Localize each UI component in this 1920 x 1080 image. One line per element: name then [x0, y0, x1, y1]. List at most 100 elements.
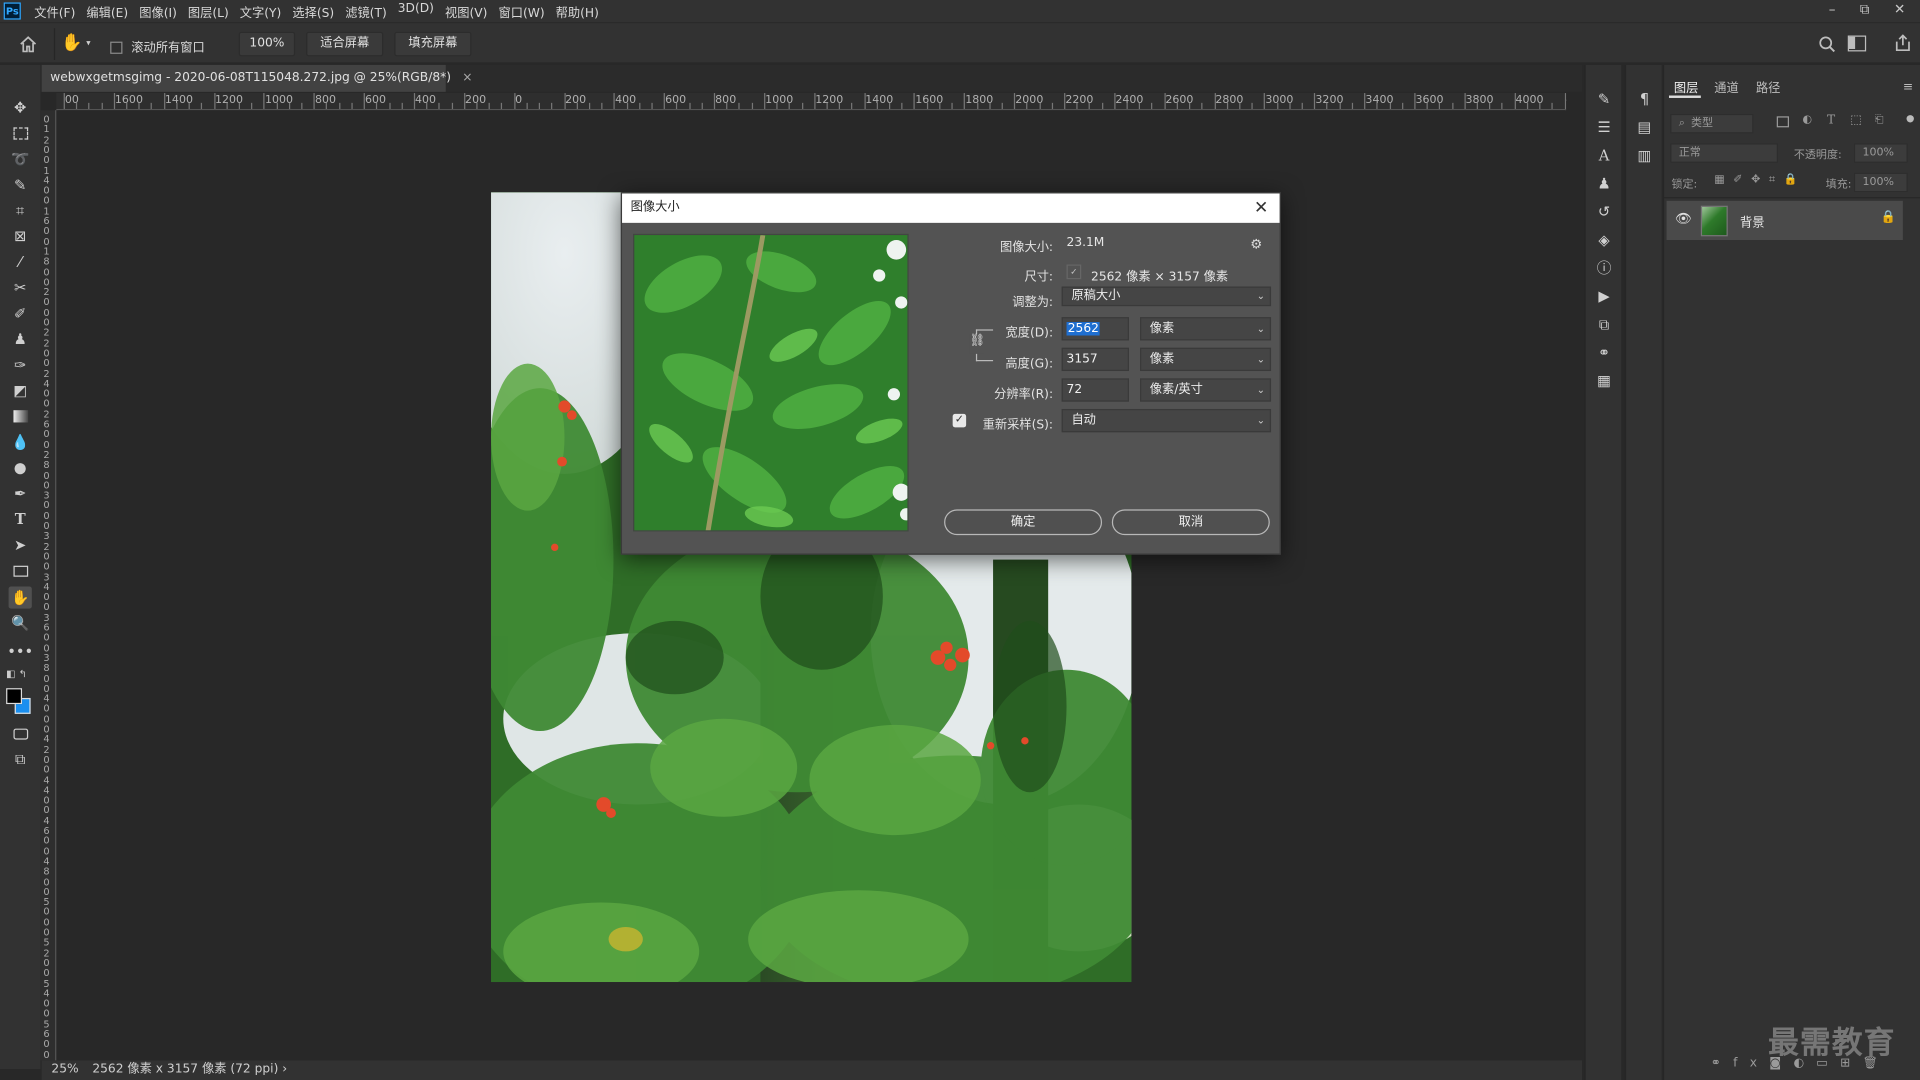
- lasso-tool-icon[interactable]: ➰: [9, 148, 32, 170]
- hand-tool-icon[interactable]: ✋: [8, 586, 32, 609]
- width-unit-select[interactable]: 像素 ⌄: [1140, 317, 1272, 341]
- filter-smart-object-icon[interactable]: ⎗: [1875, 114, 1884, 126]
- quick-selection-tool-icon[interactable]: ✎: [9, 174, 32, 196]
- gradient-tool-icon[interactable]: [9, 405, 32, 427]
- eraser-tool-icon[interactable]: ◩: [9, 380, 32, 402]
- document-tab[interactable]: webwxgetmsgimg - 2020-06-08T115048.272.j…: [41, 64, 473, 92]
- eyedropper-tool-icon[interactable]: ⁄: [9, 251, 32, 273]
- fill-screen-button[interactable]: 填充屏幕: [394, 31, 472, 57]
- menu-item-8[interactable]: 视图(V): [445, 2, 487, 20]
- ok-button[interactable]: 确定: [944, 509, 1103, 536]
- search-icon[interactable]: [1817, 34, 1837, 54]
- minimize-button[interactable]: –: [1829, 0, 1836, 20]
- blur-tool-icon[interactable]: 💧: [9, 431, 32, 453]
- menu-item-7[interactable]: 3D(D): [398, 2, 434, 20]
- close-dialog-icon[interactable]: ✕: [1250, 196, 1272, 220]
- height-unit-select[interactable]: 像素 ⌄: [1140, 347, 1272, 372]
- link-layers-icon[interactable]: ⚭: [1711, 1057, 1734, 1070]
- pen-tool-icon[interactable]: ✒: [9, 482, 32, 504]
- scroll-all-windows-checkbox[interactable]: 滚动所有窗口: [110, 37, 205, 55]
- brush-tool-icon[interactable]: ✐: [9, 302, 32, 324]
- menu-item-3[interactable]: 图层(L): [188, 2, 229, 20]
- table-grid-icon[interactable]: ▦: [1594, 371, 1614, 391]
- filter-pixel-icon[interactable]: [1776, 116, 1789, 128]
- cancel-button[interactable]: 取消: [1111, 509, 1270, 536]
- history-brush-tool-icon[interactable]: ✑: [9, 354, 32, 376]
- libraries-icon[interactable]: ▤: [1635, 118, 1655, 138]
- height-input[interactable]: 3157: [1061, 347, 1129, 372]
- eye-icon[interactable]: 👁: [1675, 211, 1692, 227]
- panel-menu-icon[interactable]: ≡: [1903, 81, 1913, 94]
- tab-paths[interactable]: 路径: [1756, 77, 1780, 95]
- properties-icon[interactable]: ⧉: [1594, 315, 1614, 335]
- move-tool-icon[interactable]: ✥: [9, 97, 32, 119]
- status-zoom[interactable]: 25%: [51, 1063, 78, 1076]
- opacity-input[interactable]: 100%: [1853, 143, 1908, 163]
- menu-item-5[interactable]: 选择(S): [292, 2, 334, 20]
- history-icon[interactable]: ↺: [1594, 202, 1614, 222]
- more-tools-icon[interactable]: •••: [7, 640, 33, 662]
- menu-item-0[interactable]: 文件(F): [34, 2, 75, 20]
- fx-icon[interactable]: fx: [1733, 1057, 1769, 1070]
- brush-settings-icon[interactable]: ✎: [1594, 89, 1614, 109]
- blend-mode-select[interactable]: 正常: [1670, 143, 1778, 163]
- home-icon[interactable]: [18, 34, 38, 54]
- swap-colors-icon[interactable]: ◧ ↰: [6, 669, 35, 681]
- actions-play-icon[interactable]: ▶: [1594, 287, 1614, 307]
- menu-item-6[interactable]: 滤镜(T): [345, 2, 387, 20]
- resolution-unit-select[interactable]: 像素/英寸 ⌄: [1140, 378, 1272, 402]
- menu-item-10[interactable]: 帮助(H): [556, 2, 599, 20]
- type-tool-icon[interactable]: T: [9, 508, 32, 530]
- resolution-input[interactable]: 72: [1061, 378, 1129, 402]
- close-window-button[interactable]: ✕: [1894, 0, 1905, 20]
- adjustments-icon[interactable]: ☰: [1594, 118, 1614, 138]
- share-icon[interactable]: [1893, 33, 1913, 53]
- path-selection-tool-icon[interactable]: ➤: [9, 534, 32, 556]
- foreground-color-swatch[interactable]: [6, 688, 23, 705]
- menu-item-4[interactable]: 文字(Y): [240, 2, 282, 20]
- styles-icon[interactable]: ◈: [1594, 230, 1614, 250]
- workspace-icon[interactable]: [1847, 35, 1867, 52]
- marquee-tool-icon[interactable]: [9, 122, 32, 144]
- resample-select[interactable]: 自动 ⌄: [1061, 408, 1272, 433]
- filter-shape-icon[interactable]: ⬚: [1850, 114, 1862, 127]
- clone-stamp-tool-icon[interactable]: ♟: [9, 328, 32, 350]
- zoom-100-button[interactable]: 100%: [238, 31, 296, 57]
- layer-filter-select[interactable]: ⌕ 类型: [1670, 113, 1754, 134]
- layer-row-background[interactable]: 👁 背景 🔒: [1666, 200, 1903, 241]
- screen-mode-icon[interactable]: ⧉: [9, 748, 32, 770]
- clone-source-icon[interactable]: ♟: [1594, 174, 1614, 194]
- fit-screen-button[interactable]: 适合屏幕: [306, 31, 384, 57]
- menu-item-9[interactable]: 窗口(W): [498, 2, 544, 20]
- constrain-proportions-link-icon[interactable]: ⛓: [969, 334, 985, 354]
- 3d-icon[interactable]: ⚭: [1594, 343, 1614, 363]
- tab-channels[interactable]: 通道: [1714, 77, 1738, 95]
- quick-mask-icon[interactable]: [9, 722, 32, 744]
- character-icon[interactable]: A: [1594, 146, 1614, 166]
- checkbox-box[interactable]: [110, 41, 123, 54]
- info-icon[interactable]: ⓘ: [1594, 258, 1614, 278]
- dodge-tool-icon[interactable]: ●: [9, 457, 32, 479]
- zoom-tool-icon[interactable]: 🔍: [9, 612, 32, 634]
- frame-tool-icon[interactable]: ⊠: [9, 225, 32, 247]
- close-tab-icon[interactable]: ×: [462, 71, 472, 84]
- filter-adjustment-icon[interactable]: ◐: [1802, 114, 1812, 126]
- width-input[interactable]: 2562: [1061, 317, 1129, 341]
- rectangle-tool-icon[interactable]: [9, 560, 32, 582]
- healing-brush-tool-icon[interactable]: ✂: [9, 277, 32, 299]
- fill-input[interactable]: 100%: [1853, 172, 1908, 193]
- menu-item-1[interactable]: 编辑(E): [86, 2, 128, 20]
- paragraph-icon[interactable]: ¶: [1635, 89, 1655, 109]
- crop-tool-icon[interactable]: ⌗: [9, 200, 32, 222]
- lock-icons[interactable]: ▦✐✥⌗🔒: [1714, 174, 1806, 186]
- notes-icon[interactable]: ▥: [1635, 146, 1655, 166]
- settings-gear-icon[interactable]: ⚙: [1250, 236, 1262, 252]
- image-preview[interactable]: [633, 233, 909, 532]
- dimensions-dropdown-chevron-icon[interactable]: ✓: [1066, 264, 1082, 280]
- tab-layers[interactable]: 图层: [1674, 77, 1698, 95]
- hand-tool-preset-icon[interactable]: ✋ ▾: [61, 33, 95, 55]
- restore-button[interactable]: ⧉: [1860, 0, 1870, 20]
- status-arrow-icon[interactable]: ›: [282, 1063, 287, 1076]
- fit-to-select[interactable]: 原稿大小 ⌄: [1061, 286, 1272, 307]
- filter-toggle-icon[interactable]: [1906, 115, 1914, 123]
